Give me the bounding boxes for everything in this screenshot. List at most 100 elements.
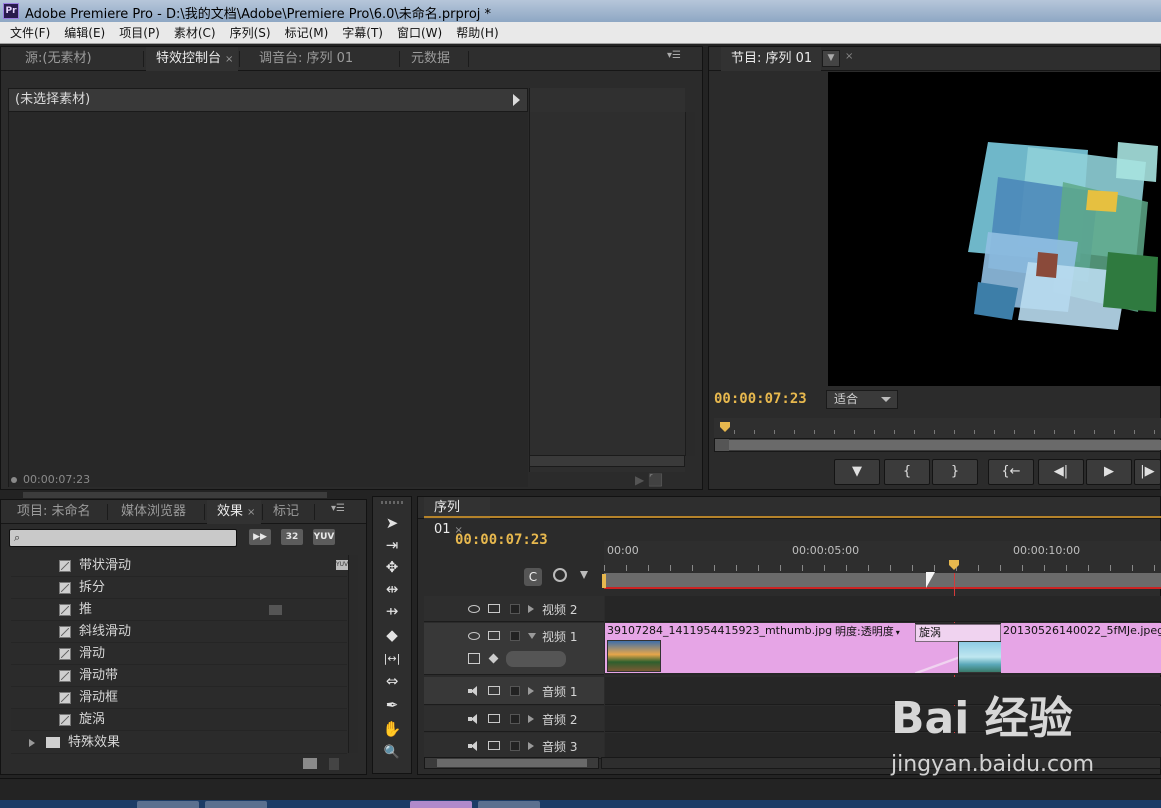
dropdown-icon[interactable]: ▼ (822, 50, 840, 67)
sync-lock-icon[interactable] (488, 631, 500, 640)
render-icon[interactable]: ▶ ⬛ (635, 473, 663, 487)
tab-markers[interactable]: 标记 (263, 500, 313, 524)
display-style-icon[interactable] (468, 653, 480, 664)
new-bin-icon[interactable] (303, 758, 317, 769)
menu-title[interactable]: 字幕(T) (335, 22, 390, 44)
pen-tool-icon[interactable]: ✒ (381, 695, 403, 715)
close-icon[interactable]: × (247, 507, 255, 518)
close-icon[interactable]: × (845, 51, 853, 62)
effects-vertical-scrollbar[interactable] (348, 555, 358, 753)
lock-toggle[interactable] (510, 741, 520, 751)
menu-help[interactable]: 帮助(H) (449, 22, 505, 44)
snap-icon[interactable]: C (524, 568, 542, 586)
program-playhead-icon[interactable] (720, 422, 730, 432)
expand-arrow-icon[interactable] (29, 739, 35, 747)
effect-item-sliding-boxes[interactable]: 滑动框 (11, 687, 347, 709)
track-audio-2[interactable]: 音频 2 (424, 706, 604, 732)
collapse-track-icon[interactable] (528, 633, 536, 639)
swirl-transition[interactable]: 旋涡 (915, 624, 1001, 642)
tab-project[interactable]: 项目: 未命名 (7, 500, 107, 524)
sync-lock-icon[interactable] (488, 741, 500, 750)
sequence-marker-icon[interactable] (553, 568, 567, 582)
scroll-thumb[interactable] (23, 492, 327, 498)
zoom-bar[interactable] (729, 440, 1161, 450)
fit-zoom-select[interactable]: 适合 (826, 390, 898, 409)
play-button[interactable]: ▶ (1086, 459, 1132, 485)
menu-project[interactable]: 项目(P) (112, 22, 167, 44)
zoom-left-handle[interactable] (715, 439, 729, 451)
sync-lock-icon[interactable] (488, 714, 500, 723)
expand-track-icon[interactable] (528, 742, 534, 750)
lock-toggle[interactable] (510, 686, 520, 696)
panel-menu-icon[interactable]: ▾☰ (331, 503, 345, 514)
tab-audio-mixer[interactable]: 调音台: 序列 01 (249, 47, 399, 71)
timeline-timecode[interactable]: 00:00:07:23 (455, 532, 548, 548)
slide-tool-icon[interactable]: ⇔ (381, 671, 403, 691)
work-area-start-handle[interactable] (602, 574, 606, 588)
ripple-edit-tool-icon[interactable]: ✥ (381, 557, 403, 577)
track-select-tool-icon[interactable]: ⇥ (381, 535, 403, 555)
taskbar-button[interactable] (410, 801, 472, 808)
effect-item-swirl[interactable]: 旋涡 (11, 709, 347, 731)
effect-item-diagonal-slide[interactable]: 斜线滑动 (11, 621, 347, 643)
selection-tool-icon[interactable]: ➤ (381, 513, 403, 533)
rate-stretch-tool-icon[interactable]: ⇸ (381, 601, 403, 621)
delete-icon[interactable] (329, 758, 339, 770)
chevron-down-icon[interactable]: ▾ (896, 628, 900, 637)
sync-lock-icon[interactable] (488, 604, 500, 613)
program-zoom-scrollbar[interactable] (714, 438, 1161, 452)
tab-effect-controls[interactable]: 特效控制台 × (146, 47, 238, 71)
effect-item-band-slide[interactable]: 带状滑动 YUV (11, 555, 348, 577)
taskbar-button[interactable] (478, 801, 540, 808)
menu-marker[interactable]: 标记(M) (278, 22, 336, 44)
mark-out-button[interactable]: } (932, 459, 978, 485)
expand-track-icon[interactable] (528, 687, 534, 695)
video-clip-b[interactable]: 20130526140022_5fMJe.jpeg (1001, 623, 1161, 673)
track-audio-3[interactable]: 音频 3 (424, 733, 604, 759)
menu-edit[interactable]: 编辑(E) (57, 22, 112, 44)
program-timecode[interactable]: 00:00:07:23 (714, 391, 807, 407)
tab-source[interactable]: 源:(无素材) (15, 47, 143, 71)
lock-toggle[interactable] (510, 631, 520, 641)
close-icon[interactable]: × (225, 54, 233, 65)
accelerated-effects-button[interactable]: ▶▶ (249, 529, 271, 545)
speaker-icon[interactable] (468, 741, 479, 751)
tab-effects[interactable]: 效果 × (207, 500, 261, 524)
track-audio-1[interactable]: 音频 1 (424, 677, 604, 705)
sync-lock-icon[interactable] (488, 686, 500, 695)
timeline-horizontal-scrollbar[interactable] (424, 757, 599, 769)
opacity-keyframe-label[interactable]: 明度:透明度 ▾ (833, 624, 902, 640)
track-video-2[interactable]: 视频 2 (424, 596, 604, 622)
zoom-tool-icon[interactable]: 🔍 (381, 743, 403, 763)
go-to-in-button[interactable]: {← (988, 459, 1034, 485)
slip-tool-icon[interactable]: |↔| (381, 649, 403, 669)
step-forward-button[interactable]: |▶ (1134, 459, 1161, 485)
effect-item-push[interactable]: 推 (11, 599, 347, 621)
effects-search-input[interactable]: ⌕ (9, 529, 237, 547)
menu-sequence[interactable]: 序列(S) (223, 22, 278, 44)
track-video-1[interactable]: 视频 1 (424, 623, 604, 675)
32bit-effects-button[interactable]: 32 (281, 529, 303, 545)
keyframe-navigator[interactable] (506, 651, 566, 667)
effect-item-split[interactable]: 拆分 (11, 577, 347, 599)
effect-folder-special-effects[interactable]: 特殊效果 (11, 732, 347, 754)
menu-clip[interactable]: 素材(C) (167, 22, 223, 44)
menu-file[interactable]: 文件(F) (0, 22, 57, 44)
menu-window[interactable]: 窗口(W) (390, 22, 449, 44)
mark-in-button[interactable]: { (884, 459, 930, 485)
expand-arrow-icon[interactable] (513, 94, 520, 106)
vertical-scrollbar[interactable] (685, 112, 695, 456)
rolling-edit-tool-icon[interactable]: ⇹ (381, 579, 403, 599)
expand-track-icon[interactable] (528, 605, 534, 613)
speaker-icon[interactable] (468, 686, 479, 696)
track-lane-video-2[interactable] (605, 596, 1161, 622)
tab-media-browser[interactable]: 媒体浏览器 (111, 500, 203, 524)
lock-toggle[interactable] (510, 714, 520, 724)
tab-program[interactable]: 节目: 序列 01 (721, 47, 821, 71)
eye-icon[interactable] (468, 632, 480, 640)
yuv-effects-button[interactable]: YUV (313, 529, 335, 545)
lock-toggle[interactable] (510, 604, 520, 614)
eye-icon[interactable] (468, 605, 480, 613)
effect-item-sliding-bands[interactable]: 滑动带 (11, 665, 347, 687)
speaker-icon[interactable] (468, 714, 479, 724)
